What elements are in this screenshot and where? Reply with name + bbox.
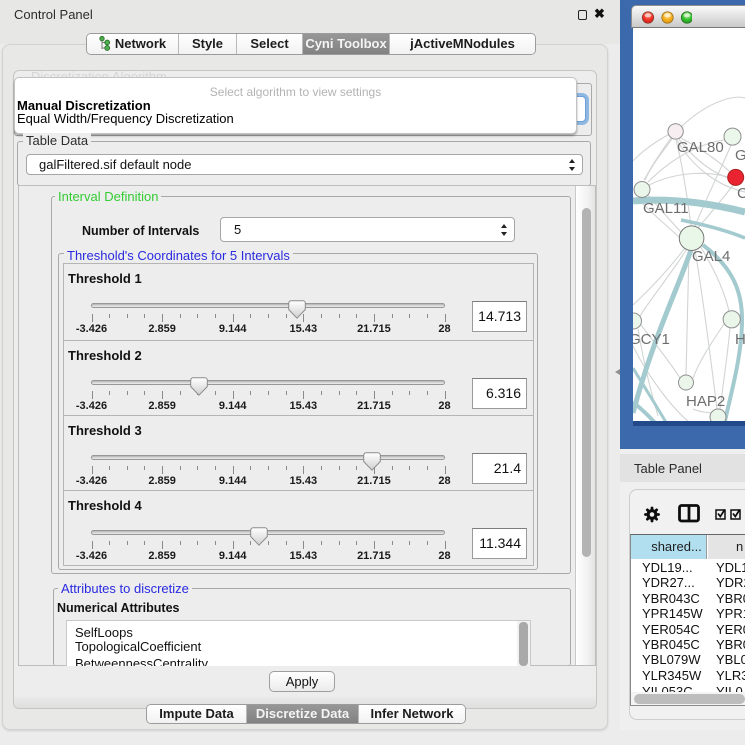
svg-text:GAL4: GAL4 — [692, 248, 730, 265]
svg-text:HAP2: HAP2 — [686, 393, 725, 410]
svg-text:C: C — [737, 185, 745, 202]
svg-text:GAL11: GAL11 — [643, 200, 689, 217]
svg-text:GA: GA — [735, 147, 745, 164]
svg-text:GAL80: GAL80 — [677, 139, 724, 156]
svg-text:H: H — [735, 331, 745, 348]
svg-text:GCY1: GCY1 — [633, 331, 670, 348]
